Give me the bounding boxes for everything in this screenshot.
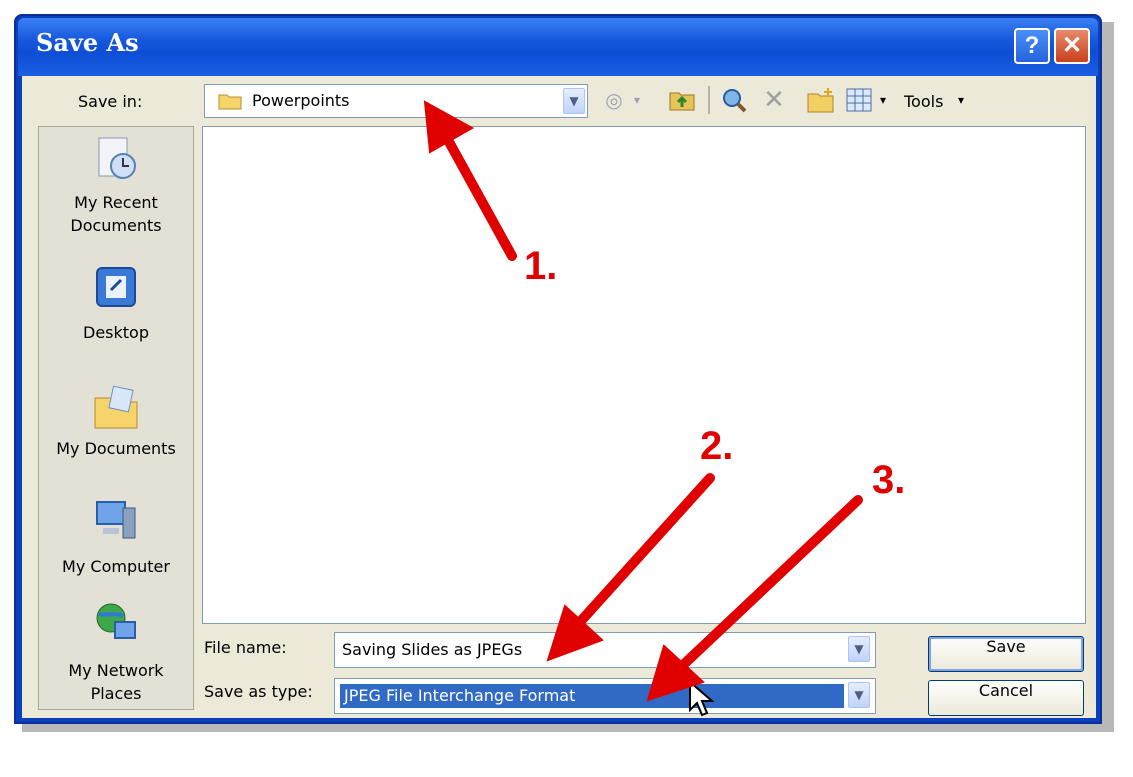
- annotation-label-2: 2.: [700, 424, 734, 468]
- annotation-arrows: [423, 100, 863, 702]
- arrow-2-head: [546, 604, 604, 662]
- annotation-label-3: 3.: [872, 458, 906, 502]
- annotation-label-1: 1.: [524, 244, 558, 288]
- arrow-1-shaft: [443, 135, 517, 261]
- arrow-2-shaft: [575, 473, 715, 627]
- arrow-3-shaft: [677, 495, 863, 671]
